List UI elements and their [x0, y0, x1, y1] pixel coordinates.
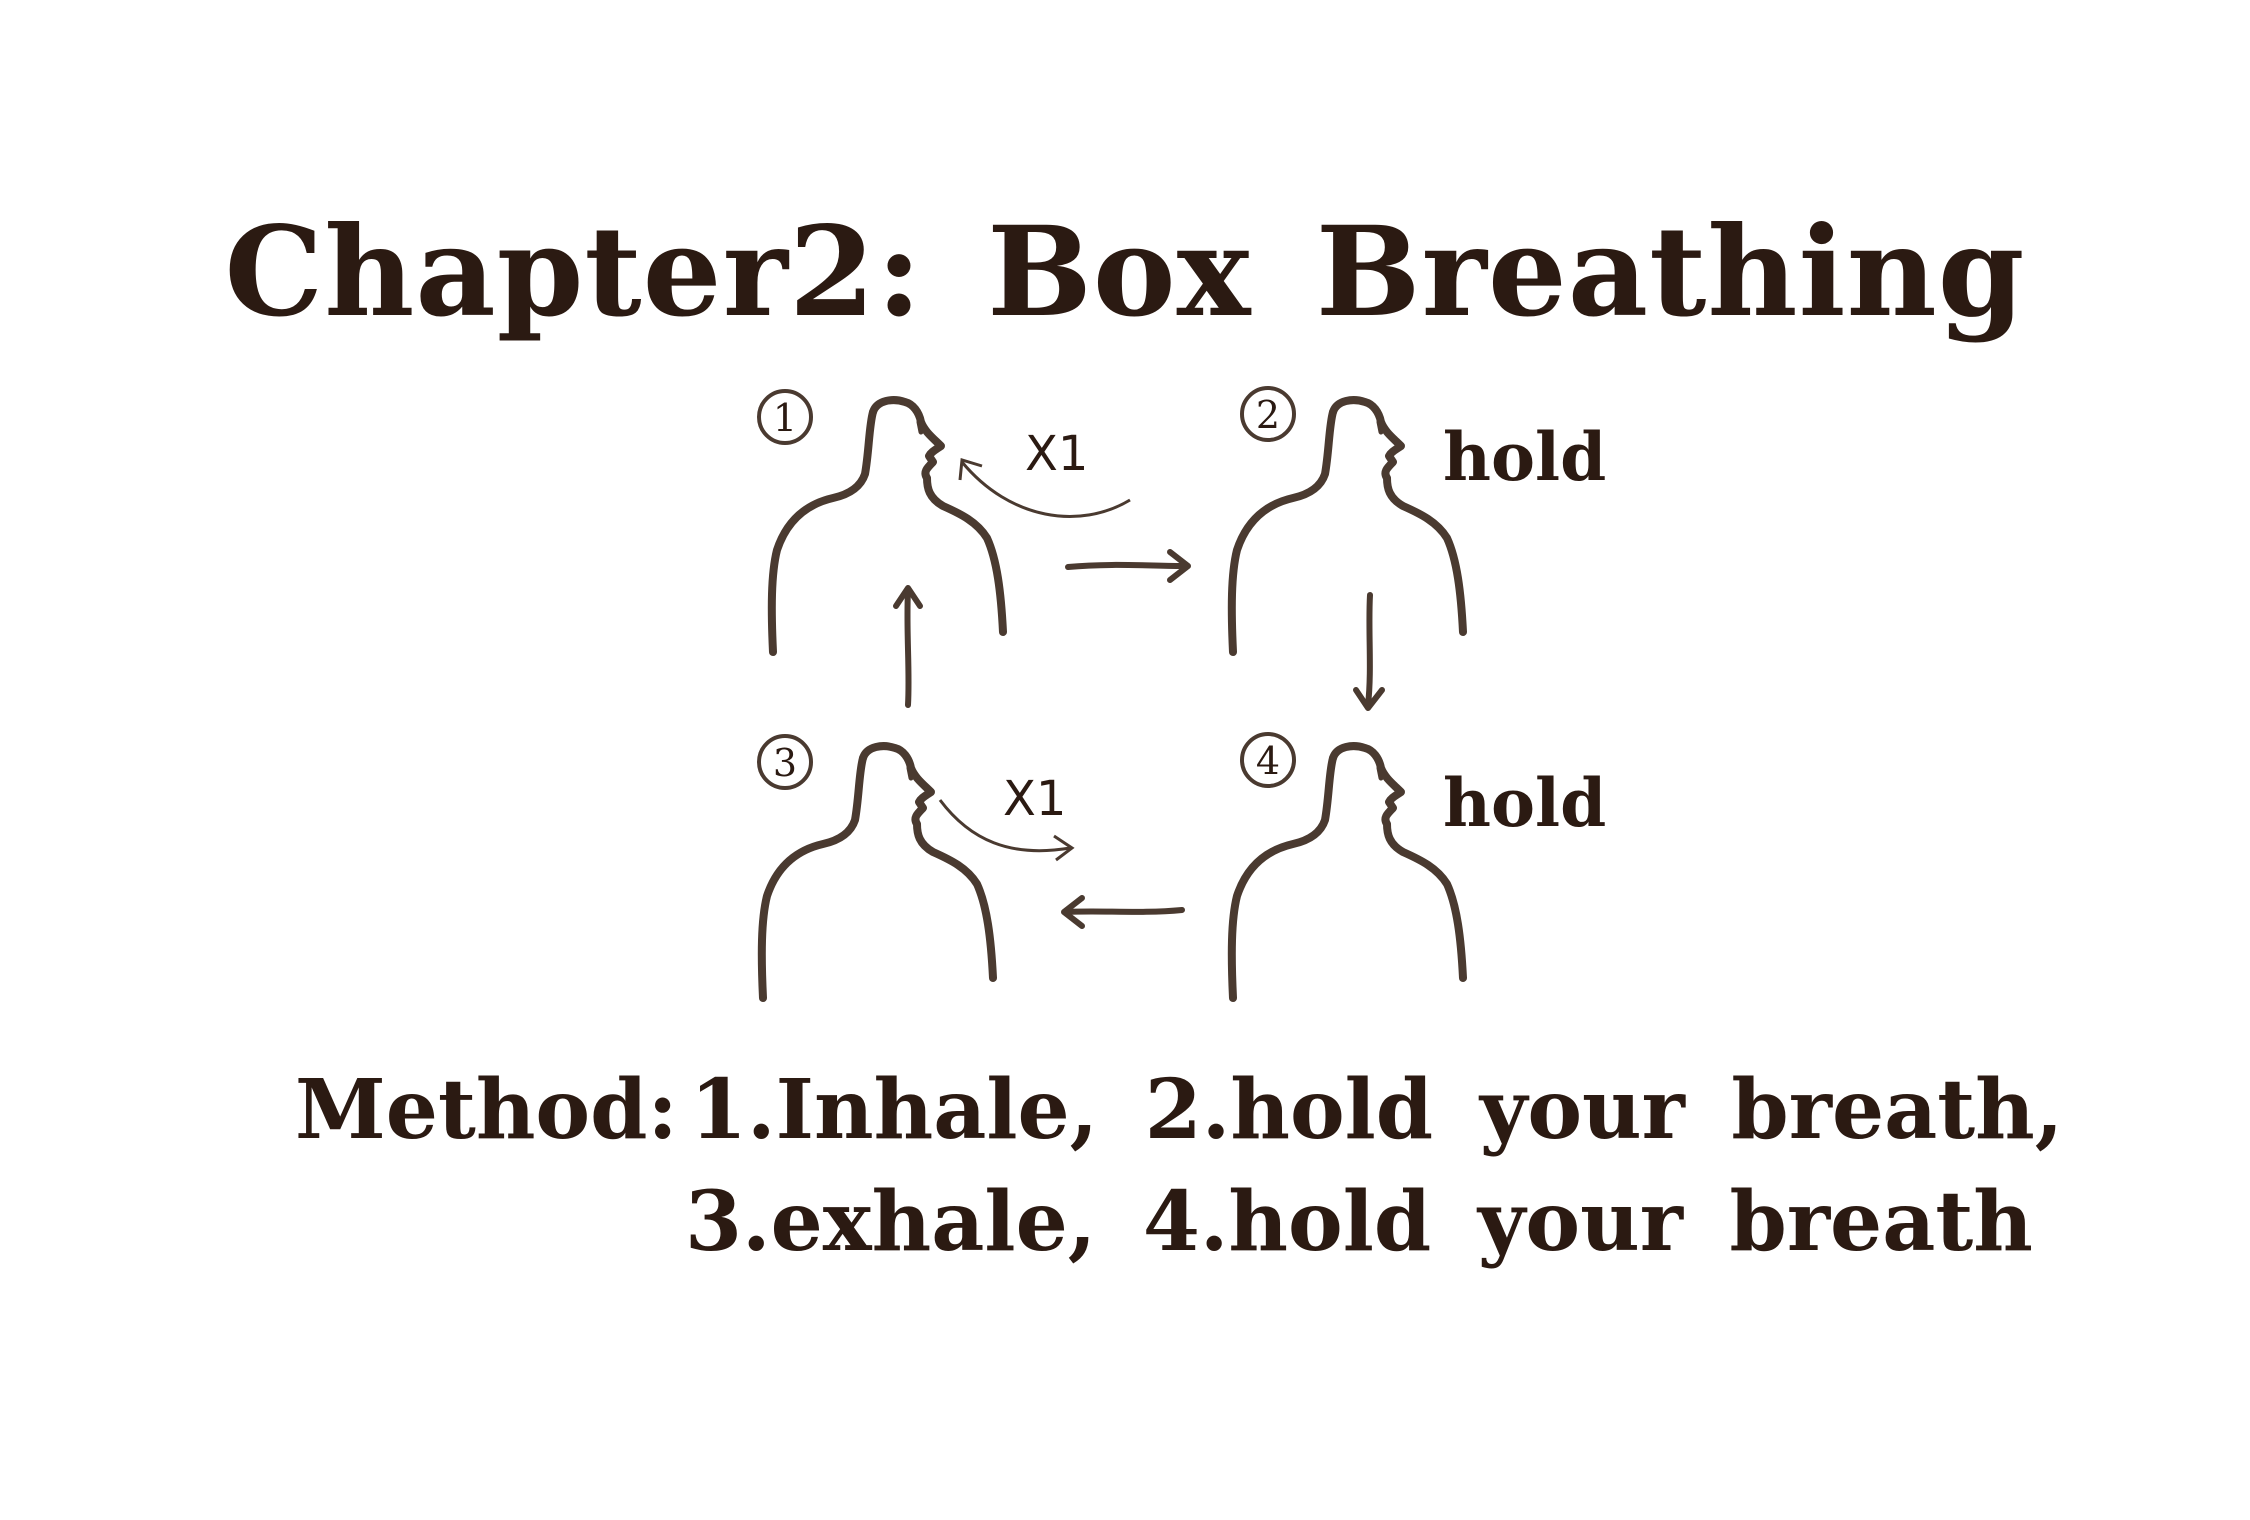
- arrow-left-icon: [1061, 895, 1185, 929]
- step-4-number: 4: [1256, 739, 1280, 783]
- step-1-count: X1: [1025, 426, 1088, 482]
- step-3-count: X1: [1003, 771, 1066, 827]
- step-2-number: 2: [1256, 393, 1280, 437]
- step-1-figure: 1 X1: [757, 389, 1131, 652]
- step-1-number: 1: [773, 396, 797, 440]
- arrow-right-icon: [1065, 549, 1191, 583]
- method-line-1: 1.Inhale, 2.hold your breath,: [690, 1062, 2064, 1158]
- method-label: Method:: [295, 1062, 678, 1158]
- method-line-2: 3.exhale, 4.hold your breath: [685, 1174, 2033, 1270]
- box-breathing-diagram: 1 X1 2 hold 3 X1 4 hold: [757, 386, 1606, 1520]
- step-2-figure: 2 hold: [1232, 386, 1606, 652]
- step-3-figure: 3 X1: [757, 734, 1075, 998]
- step-4-label: hold: [1443, 764, 1606, 842]
- step-3-number: 3: [773, 741, 797, 785]
- step-4-figure: 4 hold: [1232, 732, 1606, 998]
- arrow-down-icon: [1353, 592, 1385, 711]
- step-2-label: hold: [1443, 418, 1606, 496]
- arrow-up-icon: [893, 585, 923, 708]
